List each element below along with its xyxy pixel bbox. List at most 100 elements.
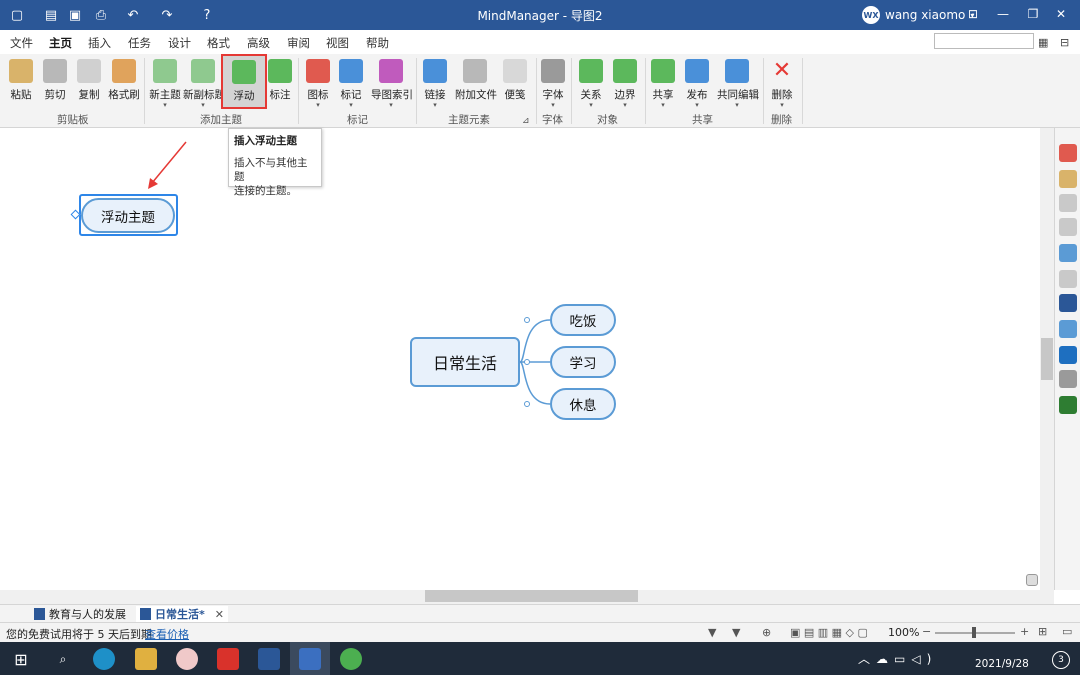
- collapse-ribbon-icon[interactable]: ⊟: [1060, 33, 1069, 51]
- vertical-scroll-thumb[interactable]: [1041, 338, 1053, 380]
- subtopic[interactable]: 吃饭: [550, 304, 616, 336]
- new-topic-button[interactable]: 新主题 ▾: [145, 57, 185, 109]
- chevron-down-icon: ▾: [349, 101, 353, 109]
- search-input[interactable]: [934, 33, 1034, 49]
- tag-button[interactable]: 标记 ▾: [331, 57, 371, 109]
- horizontal-scroll-thumb[interactable]: [425, 590, 638, 602]
- group-label-objects: 对象: [597, 114, 618, 126]
- expand-icon[interactable]: ⊕: [762, 626, 771, 639]
- tab-advanced[interactable]: 高级: [247, 35, 270, 51]
- pricing-link[interactable]: 查看价格: [145, 626, 189, 642]
- group-label-share: 共享: [692, 114, 713, 126]
- search-icon[interactable]: ⌕: [52, 648, 74, 670]
- notifications-icon[interactable]: 3: [1052, 651, 1070, 669]
- ribbon: 粘贴 剪切 复制 格式刷 剪贴板 新主题 ▾ 新副标题 ▾ 浮动 标注 添加主题…: [0, 54, 1080, 128]
- subtopic[interactable]: 学习: [550, 346, 616, 378]
- callout-button[interactable]: 标注: [260, 57, 300, 109]
- tab-design[interactable]: 设计: [168, 35, 191, 51]
- central-topic[interactable]: 日常生活: [410, 337, 520, 387]
- group-label-add-topic: 添加主题: [200, 114, 242, 126]
- group-label-markers: 标记: [347, 114, 368, 126]
- boundary-button[interactable]: 边界 ▾: [605, 57, 645, 109]
- doc-tab-active[interactable]: 日常生活* ✕: [136, 606, 228, 622]
- attach-file-button[interactable]: 附加文件: [455, 57, 497, 109]
- fit-map-icon[interactable]: [1026, 574, 1038, 586]
- map-parts-icon[interactable]: [1059, 244, 1077, 262]
- tab-insert[interactable]: 插入: [88, 35, 111, 51]
- group-label-clipboard: 剪贴板: [57, 114, 89, 126]
- font-icon: [541, 59, 565, 83]
- ribbon-display-icon[interactable]: ⊡: [964, 5, 982, 23]
- tab-format[interactable]: 格式: [207, 35, 230, 51]
- link-button[interactable]: 链接 ▾: [415, 57, 455, 109]
- outlook-icon[interactable]: [1059, 346, 1077, 364]
- co-edit-icon: [725, 59, 749, 83]
- windows-start-icon[interactable]: ⊞: [10, 648, 32, 670]
- doc-tab[interactable]: 教育与人的发展: [34, 606, 126, 622]
- tab-tasks[interactable]: 任务: [128, 35, 151, 51]
- excel-icon[interactable]: [1059, 396, 1077, 414]
- globe-icon[interactable]: [1059, 370, 1077, 388]
- cloud-upload-icon: [685, 59, 709, 83]
- markers-panel-icon[interactable]: [1059, 144, 1077, 162]
- resources-panel-icon[interactable]: [1059, 194, 1077, 212]
- edge-browser-icon[interactable]: [93, 648, 115, 670]
- trial-notice: 您的免费试用将于 5 天后到期: [6, 628, 152, 641]
- mindmanager-icon[interactable]: [299, 648, 321, 670]
- tab-file[interactable]: 文件: [10, 35, 33, 51]
- chevron-down-icon: ▾: [780, 101, 784, 109]
- title-bar: ▢ ▤ ▣ ⎙ ↶ ↷ ? MindManager - 导图2 WX wang …: [0, 0, 1080, 30]
- delete-button[interactable]: ✕ 删除 ▾: [762, 57, 802, 109]
- co-edit-button[interactable]: 共同编辑 ▾: [717, 57, 759, 109]
- subtopic[interactable]: 休息: [550, 388, 616, 420]
- fit-screen-icon[interactable]: ⊞: [1038, 625, 1047, 638]
- delete-x-icon: ✕: [772, 58, 792, 83]
- new-subtopic-button[interactable]: 新副标题 ▾: [183, 57, 225, 109]
- format-painter-button[interactable]: 格式刷: [104, 57, 144, 109]
- copy-button[interactable]: 复制: [69, 57, 109, 109]
- tray-date: 2021/9/28: [975, 658, 1029, 670]
- task-panel-icon[interactable]: [1059, 170, 1077, 188]
- minimize-icon[interactable]: —: [994, 5, 1012, 23]
- user-account[interactable]: WX wang xiaomo ▾: [862, 6, 974, 24]
- side-panel: [1026, 128, 1080, 590]
- publish-button[interactable]: 发布 ▾: [677, 57, 717, 109]
- overview-panel-icon[interactable]: [1059, 294, 1077, 312]
- note-button[interactable]: 便笺: [495, 57, 535, 109]
- relationship-icon: [579, 59, 603, 83]
- group-separator: [802, 58, 803, 124]
- zoom-in-icon[interactable]: +: [1020, 625, 1029, 638]
- link-icon: [423, 59, 447, 83]
- restore-icon[interactable]: ❐: [1024, 5, 1042, 23]
- close-icon[interactable]: ✕: [1052, 5, 1070, 23]
- app-icon[interactable]: [176, 648, 198, 670]
- file-explorer-icon[interactable]: [135, 648, 157, 670]
- filter-options-icon[interactable]: ▼: [732, 626, 740, 639]
- layout-icon[interactable]: ▦: [1038, 33, 1048, 51]
- topic-tree-icon[interactable]: [1059, 218, 1077, 236]
- tooltip-body: 插入不与其他主题 连接的主题。: [234, 156, 316, 198]
- tab-help[interactable]: 帮助: [366, 35, 389, 51]
- tab-review[interactable]: 审阅: [287, 35, 310, 51]
- zoom-out-icon[interactable]: −: [922, 625, 931, 638]
- tab-view[interactable]: 视图: [326, 35, 349, 51]
- filter-icon[interactable]: ▼: [708, 626, 716, 639]
- font-button[interactable]: 字体 ▾: [533, 57, 573, 109]
- close-icon[interactable]: ✕: [215, 608, 224, 621]
- paintbrush-icon: [112, 59, 136, 83]
- paperclip-icon: [463, 59, 487, 83]
- word-icon[interactable]: [258, 648, 280, 670]
- tab-home[interactable]: 主页: [49, 35, 72, 56]
- map-index-button[interactable]: 导图索引 ▾: [371, 57, 413, 109]
- note-icon: [503, 59, 527, 83]
- document-tabs: 教育与人的发展 日常生活* ✕: [0, 604, 1080, 622]
- view-icons[interactable]: ▣ ▤ ▥ ▦ ◇ ▢: [790, 626, 868, 639]
- library-panel-icon[interactable]: [1059, 320, 1077, 338]
- floating-topic[interactable]: 浮动主题: [81, 198, 175, 233]
- wps-icon[interactable]: [217, 648, 239, 670]
- page-view-icon[interactable]: ▭: [1062, 625, 1072, 638]
- wechat-icon[interactable]: [340, 648, 362, 670]
- system-tray-icons[interactable]: ︿☁▭◁): [858, 650, 937, 667]
- zoom-slider-thumb[interactable]: [972, 627, 976, 638]
- search-icon[interactable]: [1059, 270, 1077, 288]
